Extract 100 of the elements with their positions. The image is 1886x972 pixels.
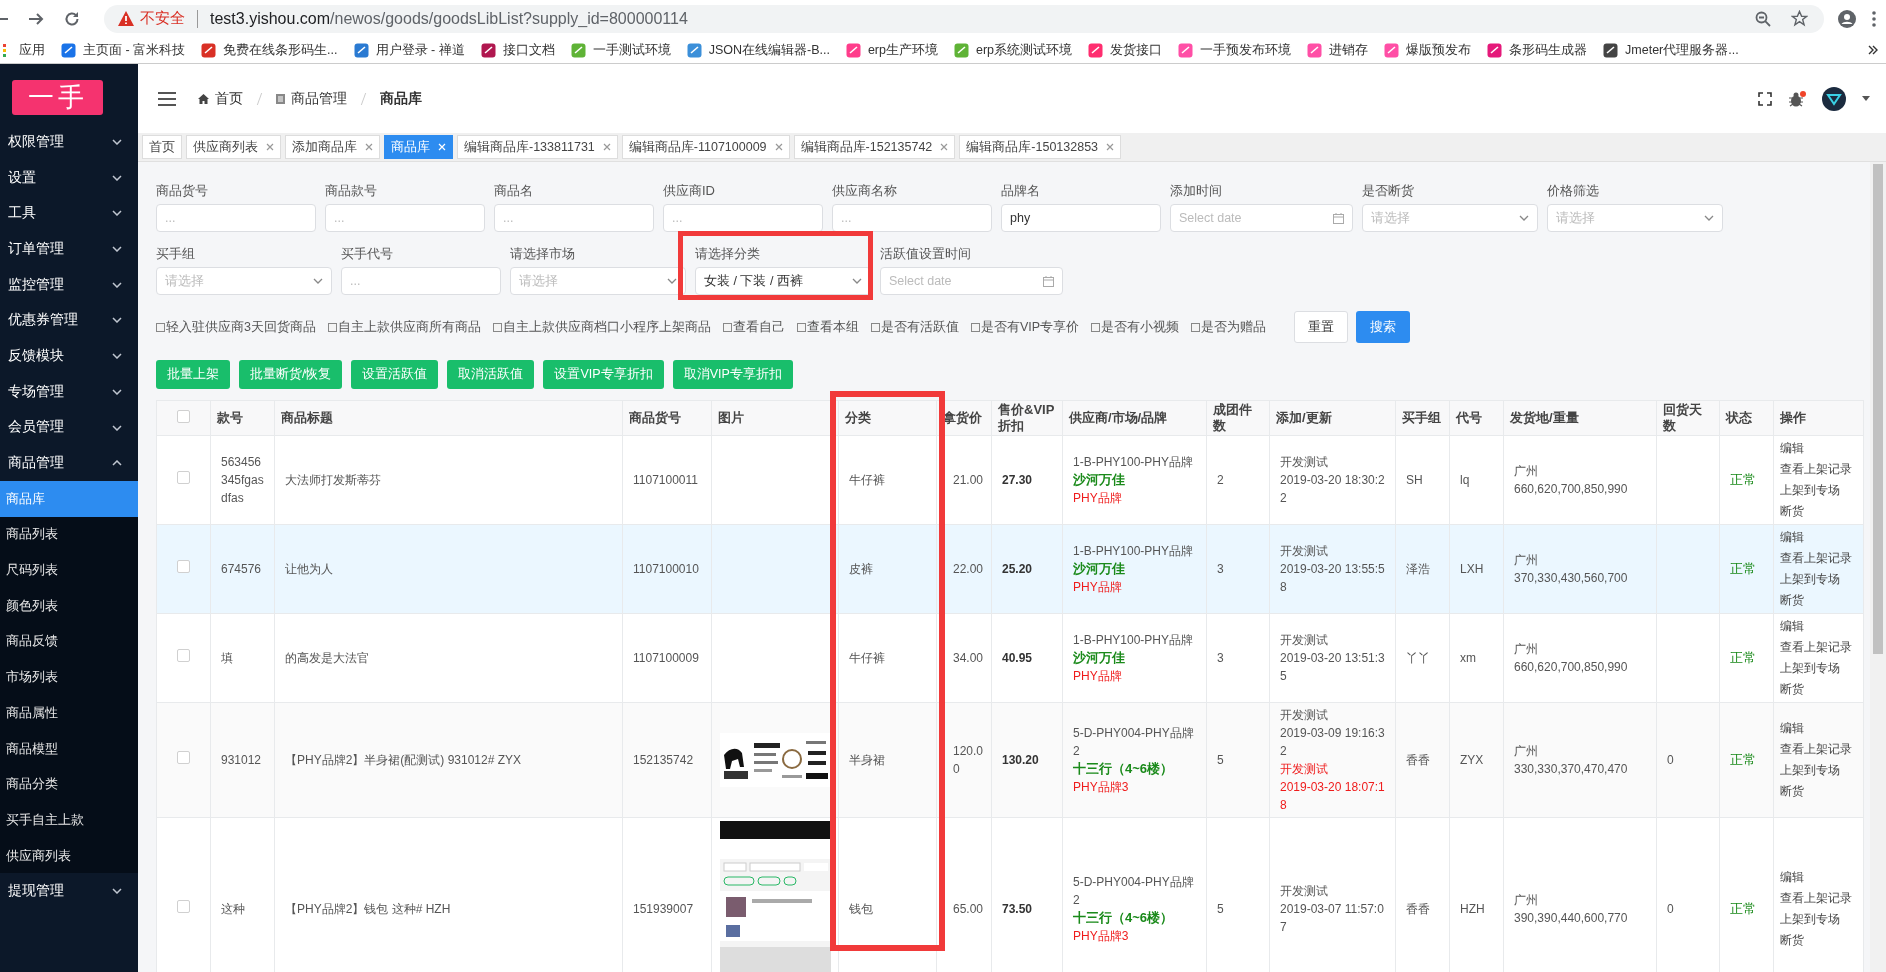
sidebar-item[interactable]: 反馈模块 (0, 338, 138, 374)
checkbox-label[interactable]: 是否有VIP专享价 (980, 318, 1080, 336)
bookmark-link[interactable]: erp生产环境 (867, 41, 938, 59)
reload-icon[interactable] (64, 10, 80, 27)
scrollbar[interactable] (1870, 162, 1886, 972)
bookmark-link[interactable]: 应用 (19, 41, 45, 59)
caret-icon[interactable] (1862, 96, 1870, 101)
checkbox[interactable] (177, 471, 190, 484)
sidebar-item[interactable]: 工具 (0, 195, 138, 232)
bookmark-link[interactable]: 发货接口 (1110, 41, 1163, 59)
checkbox-label[interactable]: 自主上款供应商所有商品 (337, 318, 481, 336)
action-link[interactable]: 断货 (1780, 590, 1860, 611)
action-link[interactable]: 查看上架记录 (1780, 887, 1860, 909)
sidebar-item[interactable]: 设置 (0, 159, 138, 196)
checkbox[interactable] (156, 322, 165, 332)
input-field[interactable]: ... (494, 204, 654, 232)
bookmark-link[interactable]: 进销存 (1329, 41, 1369, 59)
checkbox-label[interactable]: 自主上款供应商档口小程序上架商品 (502, 318, 711, 336)
sidebar-subitem[interactable]: 供应商列表 (0, 837, 138, 874)
close-icon[interactable] (774, 143, 783, 151)
tab[interactable]: 添加商品库 (285, 135, 380, 159)
address-bar[interactable]: 不安全 test3.yishou.com/newos/goods/goodsLibList?supply_id=800000114 (104, 4, 1824, 33)
fullscreen-icon[interactable] (1758, 91, 1772, 106)
sidebar-item[interactable]: 订单管理 (0, 231, 138, 267)
bookmark-link[interactable]: 主页面 - 富米科技 (83, 41, 186, 59)
action-link[interactable]: 查看上架记录 (1780, 637, 1860, 658)
menu-icon[interactable] (158, 91, 176, 106)
menu-icon[interactable] (1872, 10, 1876, 27)
sidebar-subitem[interactable]: 市场列表 (0, 659, 138, 695)
bookmark-link[interactable]: 用户登录 - 禅道 (375, 41, 465, 59)
sidebar-subitem[interactable]: 商品反馈 (0, 623, 138, 660)
select-field[interactable]: 女装 / 下装 / 西裤 (695, 267, 871, 295)
tab[interactable]: 编辑商品库-150132853 (959, 135, 1122, 159)
action-link[interactable]: 编辑 (1780, 866, 1860, 888)
checkbox[interactable] (970, 322, 980, 332)
bookmark-link[interactable]: erp系统测试环境 (976, 41, 1073, 59)
checkbox[interactable] (1091, 322, 1101, 332)
action-link[interactable]: 上架到专场 (1780, 569, 1860, 590)
avatar-icon[interactable] (1822, 86, 1846, 111)
sidebar-item[interactable]: 会员管理 (0, 409, 138, 446)
checkbox[interactable] (177, 899, 190, 913)
action-link[interactable]: 编辑 (1780, 438, 1860, 459)
star-icon[interactable] (1791, 10, 1808, 27)
checkbox-label[interactable]: 轻入驻供应商3天回货商品 (166, 318, 316, 336)
breadcrumb-link[interactable]: 首页 (215, 89, 243, 108)
bookmark-link[interactable]: JSON在线编辑器-B... (708, 41, 830, 59)
action-link[interactable]: 编辑 (1780, 527, 1860, 548)
checkbox[interactable] (327, 322, 337, 332)
sidebar-subitem[interactable]: 商品列表 (0, 516, 138, 553)
checkbox[interactable] (870, 322, 880, 332)
input-field[interactable]: ... (663, 204, 823, 232)
action-link[interactable]: 上架到专场 (1780, 480, 1860, 501)
action-link[interactable]: 查看上架记录 (1780, 548, 1860, 569)
bookmark-link[interactable]: 爆版预发布 (1406, 41, 1472, 59)
sidebar-item[interactable]: 权限管理 (0, 124, 138, 160)
sidebar-item[interactable]: 提现管理 (0, 873, 138, 910)
checkbox[interactable] (492, 322, 502, 332)
checkbox[interactable] (177, 751, 190, 764)
sidebar-item[interactable]: 优惠券管理 (0, 302, 138, 339)
zoom-icon[interactable] (1755, 10, 1771, 27)
input-field[interactable]: phy (1001, 204, 1161, 232)
input-field[interactable]: ... (341, 267, 501, 295)
breadcrumb-link[interactable]: 商品管理 (291, 89, 347, 108)
close-icon[interactable] (1106, 143, 1115, 151)
action-link[interactable]: 断货 (1780, 501, 1860, 522)
logo[interactable]: 一手 (12, 80, 103, 115)
sidebar-subitem[interactable]: 尺码列表 (0, 552, 138, 588)
action-link[interactable]: 断货 (1780, 929, 1860, 951)
checkbox-label[interactable]: 查看自己 (732, 318, 785, 336)
scrollbar-thumb[interactable] (1873, 164, 1883, 654)
action-link[interactable]: 断货 (1780, 781, 1860, 802)
close-icon[interactable] (940, 143, 949, 151)
action-link[interactable]: 上架到专场 (1780, 908, 1860, 930)
action-link[interactable]: 断货 (1780, 679, 1860, 700)
checkbox-label[interactable]: 是否有小视频 (1101, 318, 1180, 336)
checkbox-label[interactable]: 是否为赠品 (1201, 318, 1267, 336)
tab[interactable]: 供应商列表 (186, 135, 281, 159)
bookmark-link[interactable]: 免费在线条形码生... (223, 41, 338, 59)
bookmark-link[interactable]: 一手测试环境 (592, 41, 671, 59)
bookmark-link[interactable]: 条形码生成器 (1509, 41, 1588, 59)
tab[interactable]: 编辑商品库-133811731 (457, 135, 618, 159)
bookmark-link[interactable]: 接口文档 (502, 41, 555, 59)
close-icon[interactable] (602, 143, 611, 151)
action-link[interactable]: 编辑 (1780, 616, 1860, 637)
sidebar-subitem[interactable]: 颜色列表 (0, 587, 138, 624)
checkbox[interactable] (722, 322, 732, 332)
sidebar-item[interactable]: 专场管理 (0, 373, 138, 410)
close-icon[interactable] (266, 143, 274, 151)
sidebar-subitem[interactable]: 商品分类 (0, 766, 138, 803)
sidebar-item[interactable]: 监控管理 (0, 266, 138, 303)
action-link[interactable]: 编辑 (1780, 718, 1860, 739)
sidebar-item[interactable]: 商品管理 (0, 445, 138, 481)
sidebar-subitem[interactable]: 买手自主上款 (0, 802, 138, 838)
checkbox-label[interactable]: 是否有活跃值 (880, 318, 959, 336)
bookmark-link[interactable]: Jmeter代理服务器... (1625, 41, 1739, 59)
action-link[interactable]: 查看上架记录 (1780, 459, 1860, 480)
more-bookmarks-icon[interactable] (1868, 45, 1878, 55)
input-field[interactable]: ... (325, 204, 485, 232)
action-link[interactable]: 上架到专场 (1780, 658, 1860, 679)
action-link[interactable]: 上架到专场 (1780, 760, 1860, 781)
